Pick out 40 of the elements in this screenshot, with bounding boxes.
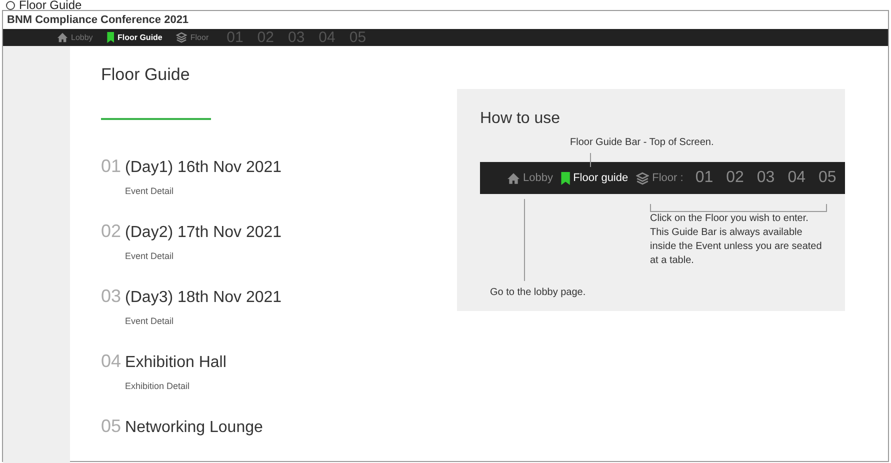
nav-link[interactable]: Lobby (523, 172, 553, 184)
home-icon (57, 32, 68, 43)
bookmark-icon (106, 32, 114, 43)
entry-title[interactable]: Exhibition Hall (125, 351, 226, 375)
home-icon (507, 172, 520, 184)
detail-link[interactable]: Event Detail (125, 185, 420, 197)
entry-number: 05 (101, 415, 122, 438)
help-heading: How to use (480, 109, 562, 129)
layers-icon (636, 172, 650, 184)
entry-title[interactable]: (Day2) 17th Nov 2021 (125, 221, 282, 245)
floor-number-link[interactable]: 05 (818, 169, 836, 187)
entry-number: 04 (101, 350, 122, 373)
detail-link[interactable]: Exhibition Detail (125, 380, 420, 392)
help-note: Go to the lobby page. (490, 287, 586, 298)
floor-number-link[interactable]: 02 (726, 169, 744, 187)
entry-number: 03 (101, 285, 122, 308)
nav-link[interactable]: Floor guide (573, 172, 628, 184)
help-note: Click on the Floor you wish to enter. This Guide Bar is always available inside the Event unless you are seated at a table. (650, 212, 822, 268)
help-note: Floor Guide Bar - Top of Screen. (570, 137, 715, 148)
entry-title[interactable]: Networking Lounge (125, 416, 263, 440)
entry-number: 02 (101, 220, 122, 243)
floor-number-link[interactable]: 01 (695, 169, 714, 187)
window-title: BNM Compliance Conference 2021 (7, 14, 189, 26)
entry-title[interactable]: (Day1) 16th Nov 2021 (125, 156, 282, 180)
entry-title[interactable]: (Day3) 18th Nov 2021 (125, 286, 282, 310)
nav-link[interactable]: Lobby (71, 33, 93, 42)
detail-link[interactable]: Event Detail (125, 315, 420, 327)
layers-icon (176, 32, 188, 43)
nav-link[interactable]: Floor (190, 33, 209, 42)
page-caption: Floor Guide (19, 0, 82, 10)
section-heading: Floor Guide (101, 64, 191, 86)
floor-number-link[interactable]: 03 (756, 169, 775, 187)
bookmark-icon (560, 172, 570, 184)
circle-icon (6, 1, 15, 10)
nav-link[interactable]: Floor Guide (117, 33, 162, 42)
detail-link[interactable]: Event Detail (125, 250, 420, 262)
leader-line (590, 153, 591, 167)
floor-number-link[interactable]: 04 (788, 169, 806, 187)
nav-link[interactable]: Floor : (652, 172, 684, 184)
entry-number: 01 (101, 155, 122, 178)
